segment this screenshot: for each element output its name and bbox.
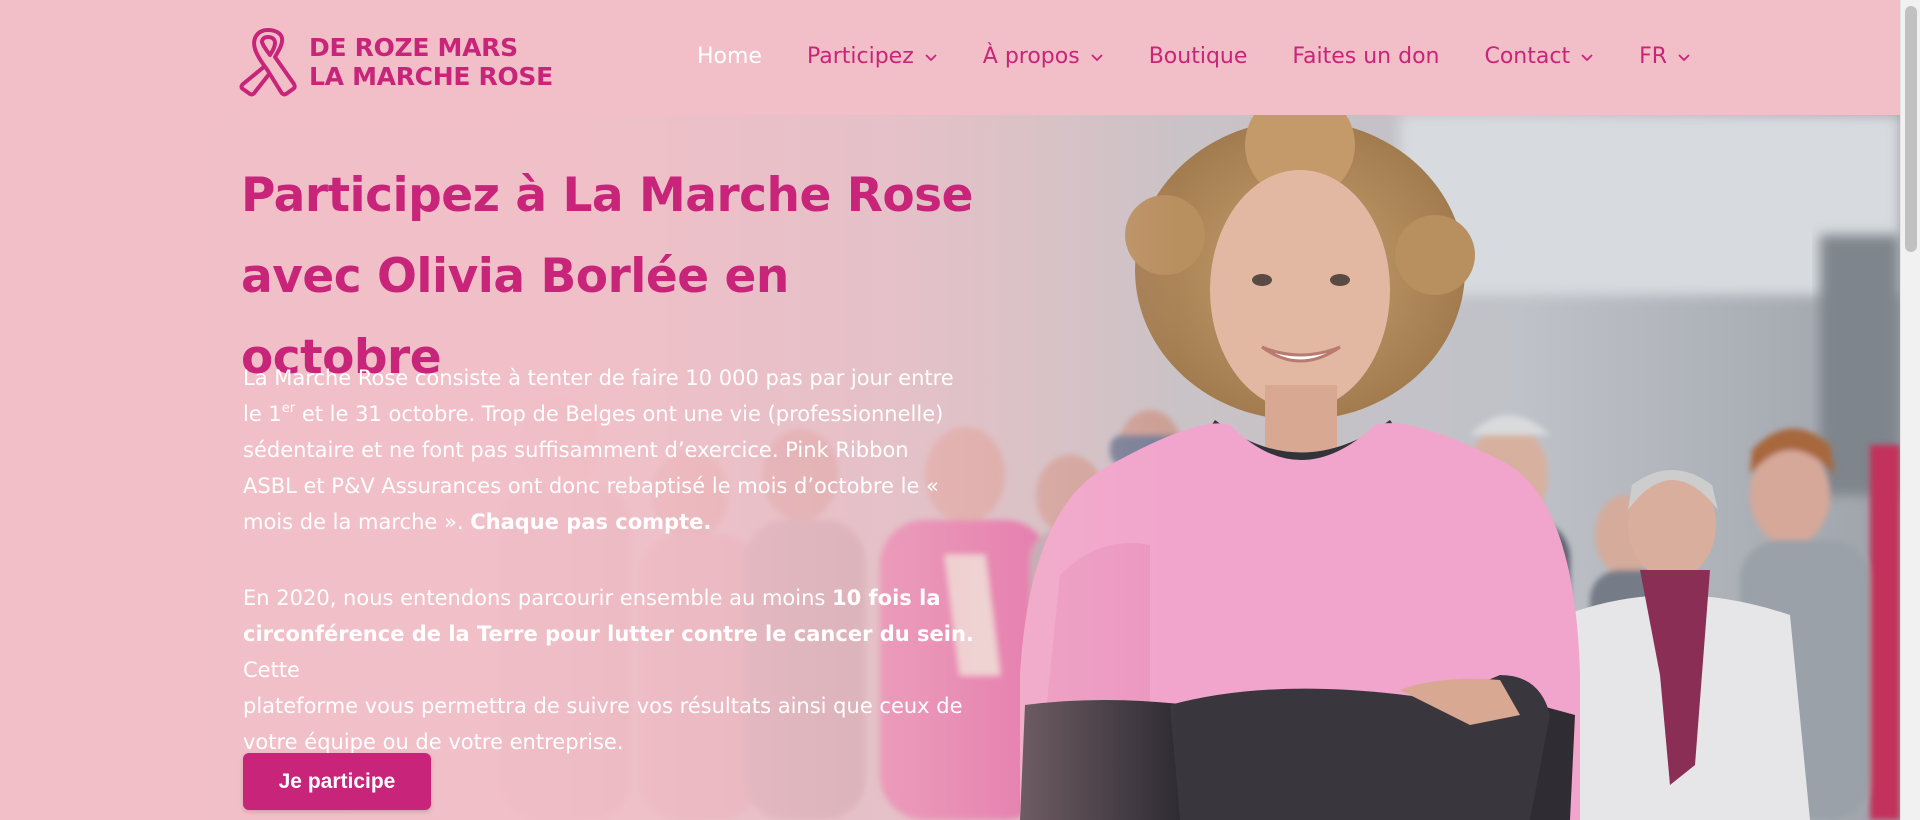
nav-faites-un-don[interactable]: Faites un don (1292, 44, 1439, 69)
site-logo[interactable]: DE ROZE MARS LA MARCHE ROSE (237, 26, 553, 98)
language-selector[interactable]: FR (1639, 44, 1691, 69)
hero-section: Participez à La Marche Rose avec Olivia … (0, 115, 1900, 820)
nav-contact[interactable]: Contact (1484, 44, 1594, 69)
logo-line-1: DE ROZE MARS (309, 33, 518, 62)
pink-ribbon-icon (239, 28, 297, 97)
p1-line-5: mois de la marche ». (243, 510, 471, 534)
p1-line-4: ASBL et P&V Assurances ont donc rebaptis… (243, 474, 939, 498)
nav-home[interactable]: Home (697, 44, 762, 69)
scrollbar-thumb[interactable] (1905, 6, 1917, 252)
je-participe-button[interactable]: Je participe (243, 753, 431, 810)
chevron-down-icon (1091, 53, 1103, 61)
p1-line-3: sédentaire et ne font pas suffisamment d… (243, 438, 909, 462)
nav-boutique[interactable]: Boutique (1149, 44, 1248, 69)
nav-contact-label: Contact (1484, 44, 1571, 69)
p2-line-3: plateforme vous permettra de suivre vos … (243, 694, 963, 718)
nav-participez[interactable]: Participez (807, 44, 938, 69)
site-header: DE ROZE MARS LA MARCHE ROSE Home Partici… (0, 0, 1900, 115)
nav-a-propos[interactable]: À propos (983, 44, 1104, 69)
hero-paragraph-1: La Marche Rose consiste à tenter de fair… (243, 360, 1013, 540)
logo-line-2: LA MARCHE ROSE (309, 62, 553, 91)
hero-paragraph-2: En 2020, nous entendons parcourir ensemb… (243, 580, 1013, 760)
p1-line-2a: le 1 (243, 402, 282, 426)
nav-boutique-label: Boutique (1148, 44, 1248, 69)
page-scrollbar[interactable] (1900, 0, 1920, 820)
p2-emphasis-2: circonférence de la Terre pour lutter co… (243, 622, 974, 646)
nav-faites-un-don-label: Faites un don (1292, 44, 1440, 69)
p1-line-2b: et le 31 octobre. Trop de Belges ont une… (295, 402, 944, 426)
hero-title-line-1: Participez à La Marche Rose (241, 168, 974, 223)
p2-line-1: En 2020, nous entendons parcourir ensemb… (243, 586, 833, 610)
nav-a-propos-label: À propos (982, 44, 1080, 69)
main-nav: Home Participez À propos Boutique Faites… (697, 44, 1736, 69)
p2-emphasis-1: 10 fois la (832, 586, 941, 610)
chevron-down-icon (1581, 53, 1593, 61)
nav-participez-label: Participez (806, 44, 914, 69)
p2-line-4: votre équipe ou de votre entreprise. (243, 730, 624, 754)
p1-emphasis: Chaque pas compte. (470, 510, 712, 534)
language-label: FR (1639, 44, 1668, 69)
p2-line-2: Cette (243, 658, 300, 682)
nav-home-label: Home (697, 44, 762, 69)
p1-line-1: La Marche Rose consiste à tenter de fair… (243, 366, 954, 390)
chevron-down-icon (925, 53, 937, 61)
chevron-down-icon (1678, 53, 1690, 61)
p1-superscript: er (281, 401, 296, 416)
logo-wordmark: DE ROZE MARS LA MARCHE ROSE (309, 33, 553, 91)
